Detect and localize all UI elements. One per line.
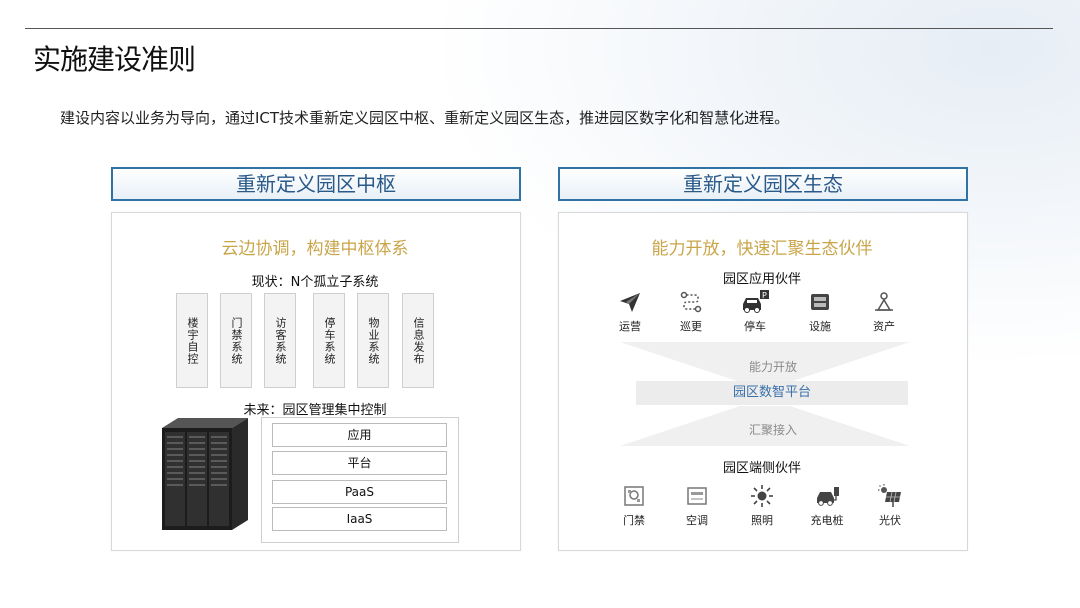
platform-bar: 园区数智平台 (636, 381, 908, 405)
aggregation-label: 汇聚接入 (748, 423, 797, 437)
stack-layer-app: 应用 (272, 423, 447, 447)
app-partners-label: 园区应用伙伴 (722, 272, 801, 287)
stack-layer-paas: PaaS (272, 480, 447, 504)
air-conditioner-icon (687, 487, 707, 505)
partner-item: 资产 (854, 290, 914, 334)
partner-label: 资产 (873, 320, 895, 333)
paper-plane-icon (620, 293, 640, 312)
partner-item: 空调 (667, 484, 727, 528)
partner-item: 门禁 (604, 484, 664, 528)
system-card: 访客系统 (264, 293, 296, 388)
right-slogan: 能力开放，快速汇聚生态伙伴 (651, 239, 873, 259)
capability-open-label: 能力开放 (748, 360, 797, 374)
partner-item: P 停车 (725, 290, 785, 334)
partner-label: 空调 (686, 514, 708, 527)
partner-label: 设施 (809, 320, 831, 333)
partner-item: 充电桩 (797, 484, 857, 528)
partner-item: 设施 (790, 290, 850, 334)
partner-label: 停车 (744, 320, 766, 333)
system-card: 物业系统 (357, 293, 389, 388)
solar-icon (878, 484, 901, 507)
partner-label: 运营 (619, 320, 641, 333)
system-card: 停车系统 (313, 293, 345, 388)
left-section-header: 重新定义园区中枢 (111, 167, 521, 201)
partner-item: 运营 (600, 290, 660, 334)
status-label: 现状：N个孤立子系统 (251, 275, 379, 290)
patrol-route-icon (680, 291, 702, 313)
charging-pile-icon (817, 487, 839, 506)
car-parking-icon: P (743, 290, 769, 313)
partner-label: 充电桩 (810, 514, 844, 527)
system-card: 门禁系统 (220, 293, 252, 388)
asset-icon (875, 292, 893, 311)
edge-partners-label: 园区端侧伙伴 (722, 461, 801, 476)
partner-label: 照明 (751, 514, 773, 527)
svg-text:P: P (762, 291, 767, 300)
partner-item: 巡更 (661, 290, 721, 334)
partner-item: 照明 (732, 484, 792, 528)
page-title: 实施建设准则 (33, 43, 196, 76)
server-rack-icon (162, 418, 248, 530)
partner-label: 巡更 (680, 320, 702, 333)
access-control-icon (624, 486, 644, 506)
page-subtitle: 建设内容以业务为导向，通过ICT技术重新定义园区中枢、重新定义园区生态，推进园区… (60, 109, 790, 127)
right-section-header: 重新定义园区生态 (558, 167, 968, 201)
facility-icon (811, 294, 829, 310)
left-slogan: 云边协调，构建中枢体系 (221, 239, 409, 259)
lighting-icon (751, 485, 773, 507)
stack-layer-iaas: IaaS (272, 507, 447, 531)
system-card: 信息发布 (402, 293, 434, 388)
partner-label: 光伏 (879, 514, 901, 527)
top-divider (25, 28, 1053, 29)
partner-label: 门禁 (623, 514, 645, 527)
partner-item: 光伏 (860, 484, 920, 528)
system-card: 楼宇自控 (176, 293, 208, 388)
stack-layer-platform: 平台 (272, 451, 447, 475)
